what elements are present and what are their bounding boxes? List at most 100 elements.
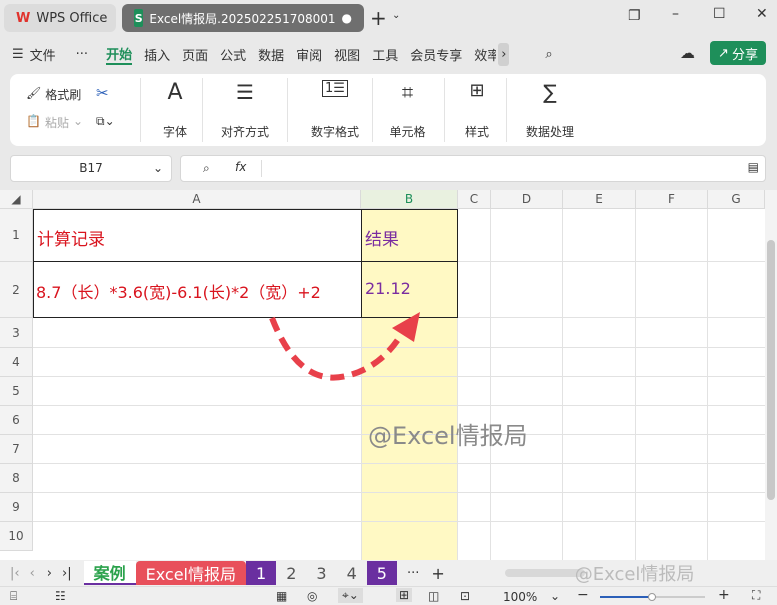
format-painter-button[interactable]: 🖌 格式刷: [26, 86, 81, 103]
share-icon: ↗: [718, 45, 729, 61]
hamburger-icon[interactable]: ☰: [12, 47, 24, 62]
zoom-out-button[interactable]: −: [577, 587, 589, 603]
minimize-button[interactable]: –: [672, 6, 679, 22]
font-icon: A: [167, 80, 183, 105]
menu-review[interactable]: 审阅: [296, 45, 322, 64]
align-icon: ☰: [236, 80, 254, 104]
sheet-tab-excel[interactable]: Excel情报局: [135, 561, 246, 585]
sum-icon: ∑: [543, 80, 557, 104]
copy-icon[interactable]: ⧉⌄: [96, 114, 115, 129]
share-label: 分享: [731, 47, 758, 63]
horizontal-scrollbar[interactable]: [504, 569, 585, 577]
sheet-tab-2[interactable]: 2: [276, 561, 306, 585]
align-label: 对齐方式: [220, 125, 269, 139]
chevron-down-icon[interactable]: ⌄: [153, 156, 163, 181]
share-button[interactable]: ↗ 分享: [710, 41, 766, 65]
menu-formula[interactable]: 公式: [220, 45, 246, 64]
cell-label: 单元格: [389, 125, 426, 139]
style-icon: ⊞: [469, 80, 485, 101]
number-format-button[interactable]: 1☰ 数字格式: [295, 80, 375, 140]
menu-page[interactable]: 页面: [182, 45, 208, 64]
watermark-corner: @Excel情报局: [574, 564, 695, 585]
ribbon: 🖌 格式刷 ✂ 📋 粘贴 ⌄ ⧉⌄ A 字体 ☰ 对齐方式 1☰ 数字格式 ⌗ 单元格 ⊞ 样式…: [10, 74, 766, 146]
unsaved-dot-icon: ●: [341, 11, 352, 25]
zoom-slider[interactable]: [600, 593, 705, 601]
search-icon[interactable]: ⌕: [545, 47, 552, 62]
formula-input[interactable]: ⌕ fx ▤: [180, 155, 766, 182]
menu-more[interactable]: ···: [76, 47, 88, 62]
app-tab-label: WPS Office: [36, 10, 108, 26]
vertical-scrollbar[interactable]: [765, 190, 777, 560]
chevron-right-icon[interactable]: ›: [498, 42, 510, 66]
format-painter-label: 格式刷: [45, 88, 82, 102]
fx-icon[interactable]: fx: [235, 160, 246, 174]
table-icon[interactable]: ▦: [276, 589, 287, 603]
cell-icon: ⌗: [401, 80, 414, 104]
brush-icon: 🖌: [26, 86, 42, 100]
next-sheet-icon[interactable]: ›: [47, 566, 52, 581]
align-button[interactable]: ☰ 对齐方式: [210, 80, 280, 140]
focus-icon[interactable]: ⌖⌄: [338, 588, 363, 603]
chevron-down-icon[interactable]: ⌄: [550, 589, 560, 603]
paste-icon: 📋: [26, 114, 41, 128]
menu-tools[interactable]: 工具: [372, 45, 398, 64]
paste-label: 粘贴: [44, 116, 69, 130]
new-tab-button[interactable]: +: [370, 6, 387, 30]
doc-icon[interactable]: ☷: [55, 589, 66, 603]
zoom-icon[interactable]: ⌕: [203, 161, 210, 176]
spreadsheet-grid[interactable]: ◢ A B C D E F G 1 2 3 4 5 6 7 8 9 10 计算记…: [0, 190, 765, 560]
add-sheet-button[interactable]: +: [431, 564, 444, 583]
style-button[interactable]: ⊞ 样式: [452, 80, 502, 140]
curved-arrow-annotation: [269, 312, 420, 381]
doc-tab-label: Excel情报局.202502251708001: [149, 11, 336, 26]
menu-bar: ☰ 文件 ··· 开始 插入 页面 公式 数据 审阅 视图 工具 会员专享 效率…: [0, 40, 777, 68]
status-bar: ⌸ ☷ ▦ ◎ ⌖⌄ ⊞ ◫ ⊡ 100% ⌄ − + ⛶: [0, 586, 777, 605]
restore-window-icon[interactable]: ❐: [628, 8, 641, 24]
menu-view[interactable]: 视图: [334, 45, 360, 64]
fullscreen-icon[interactable]: ⛶: [752, 588, 760, 603]
page-view-icon[interactable]: ◫: [428, 589, 439, 603]
data-process-button[interactable]: ∑ 数据处理: [515, 80, 585, 140]
formula-bar: B17 ⌄ ⌕ fx ▤: [10, 155, 766, 182]
number-format-icon: 1☰: [322, 80, 348, 97]
menu-insert[interactable]: 插入: [144, 45, 170, 64]
menu-home[interactable]: 开始: [106, 44, 133, 65]
font-button[interactable]: A 字体: [150, 80, 200, 140]
eye-icon[interactable]: ◎: [307, 589, 317, 603]
number-format-label: 数字格式: [310, 125, 359, 139]
name-box-value: B17: [79, 161, 103, 175]
sheet-tab-3[interactable]: 3: [306, 561, 336, 585]
macro-icon[interactable]: ⌸: [10, 589, 17, 604]
document-tab[interactable]: S Excel情报局.202502251708001 ●: [122, 4, 364, 32]
name-box[interactable]: B17 ⌄: [10, 155, 172, 182]
cloud-sync-icon[interactable]: ☁: [680, 44, 695, 62]
watermark: @Excel情报局: [368, 422, 528, 450]
first-sheet-icon[interactable]: |‹: [10, 566, 20, 581]
spreadsheet-icon: S: [134, 9, 144, 27]
prev-sheet-icon[interactable]: ‹: [30, 566, 35, 581]
page-break-icon[interactable]: ⊡: [460, 589, 470, 603]
menu-efficiency[interactable]: 效率: [474, 45, 496, 64]
normal-view-icon[interactable]: ⊞: [396, 588, 413, 602]
cell-button[interactable]: ⌗ 单元格: [380, 80, 435, 140]
maximize-button[interactable]: ☐: [713, 6, 726, 22]
wps-office-tab[interactable]: W WPS Office: [4, 4, 116, 32]
menu-member[interactable]: 会员专享: [410, 45, 462, 64]
menu-file[interactable]: 文件: [30, 45, 56, 64]
close-button[interactable]: ✕: [756, 6, 768, 22]
paste-button[interactable]: 📋 粘贴 ⌄: [26, 114, 83, 131]
wps-logo-icon: W: [16, 10, 31, 26]
zoom-in-button[interactable]: +: [718, 587, 730, 603]
cut-icon[interactable]: ✂: [96, 84, 109, 102]
expand-formula-icon[interactable]: ▤: [748, 160, 759, 174]
sheet-tab-5[interactable]: 5: [366, 561, 397, 585]
menu-data[interactable]: 数据: [258, 45, 284, 64]
sheet-tab-4[interactable]: 4: [337, 561, 367, 585]
last-sheet-icon[interactable]: ›|: [62, 566, 72, 581]
data-process-label: 数据处理: [525, 125, 574, 139]
chevron-down-icon[interactable]: ⌄: [392, 10, 400, 21]
more-sheets-button[interactable]: ···: [407, 566, 419, 581]
zoom-level[interactable]: 100%: [503, 590, 537, 604]
sheet-tab-案例[interactable]: 案例: [83, 561, 136, 585]
sheet-tab-1[interactable]: 1: [246, 561, 277, 585]
